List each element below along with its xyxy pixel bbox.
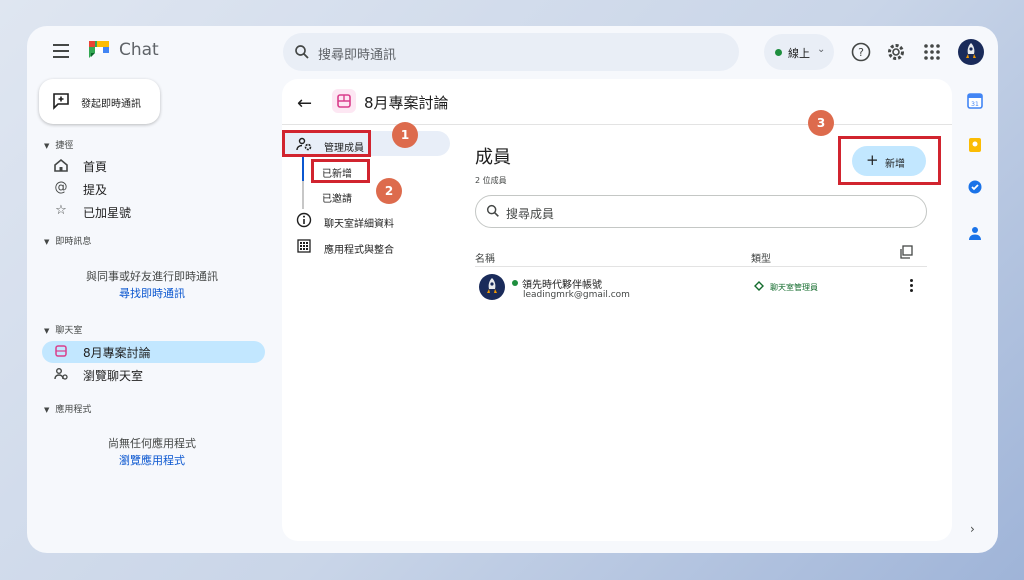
sidebar-item-label: 已加星號 <box>83 206 132 220</box>
room-title: 8月專案討論 <box>364 94 449 112</box>
top-bar: Chat 搜尋即時通訊 線上 ⌄ ? <box>27 26 998 78</box>
more-options-icon[interactable] <box>906 277 916 295</box>
column-header-name: 名稱 <box>475 254 495 265</box>
member-search-placeholder: 搜尋成員 <box>506 207 555 221</box>
status-label: 線上 <box>788 47 810 60</box>
sidebar-item-label: 提及 <box>83 183 108 197</box>
apps-section-toggle[interactable]: ▼ 應用程式 <box>44 402 91 415</box>
apps-integrations-icon <box>297 239 311 253</box>
room-panel: ← 8月專案討論 管理成員 已新增 已邀請 聊天室詳細資料 應用程式與整合 成員… <box>282 79 952 541</box>
messages-empty-text: 與同事或好友進行即時通訊 <box>86 270 218 283</box>
rooms-heading: 聊天室 <box>55 326 83 336</box>
google-chat-logo <box>89 41 109 58</box>
info-icon <box>296 212 312 228</box>
subnav-room-details[interactable]: 聊天室詳細資料 <box>324 215 394 230</box>
contacts-icon[interactable] <box>967 225 983 241</box>
member-avatar <box>479 274 505 300</box>
new-chat-icon <box>53 93 69 110</box>
rocket-icon <box>966 43 976 58</box>
messages-section-toggle[interactable]: ▼ 即時訊息 <box>44 234 91 247</box>
chevron-down-icon: ⌄ <box>817 44 826 55</box>
room-icon <box>55 345 67 357</box>
subnav-apps-integrations[interactable]: 應用程式與整合 <box>324 241 394 256</box>
diamond-icon <box>754 281 764 291</box>
browse-apps-link[interactable]: 瀏覽應用程式 <box>27 452 277 468</box>
column-header-type: 類型 <box>751 254 771 265</box>
svg-text:?: ? <box>858 46 864 59</box>
apps-heading: 應用程式 <box>55 405 92 415</box>
at-icon: @ <box>54 180 68 195</box>
highlight-manage-members <box>282 130 371 157</box>
copy-icon[interactable] <box>899 245 913 259</box>
help-icon[interactable]: ? <box>850 41 872 63</box>
messages-heading: 即時訊息 <box>55 237 92 247</box>
member-role: 聊天室管理員 <box>770 283 818 292</box>
home-icon <box>54 158 68 172</box>
caret-down-icon: ▼ <box>44 238 50 246</box>
sidebar-item-label: 8月專案討論 <box>83 346 151 360</box>
shortcuts-heading: 捷徑 <box>55 141 74 151</box>
member-email: leadingmrk@gmail.com <box>523 290 630 300</box>
calendar-icon[interactable]: 31 <box>967 93 983 109</box>
caret-down-icon: ▼ <box>44 406 50 414</box>
rocket-icon <box>487 278 497 293</box>
highlight-add-button <box>838 136 941 185</box>
members-count: 2 位成員 <box>475 176 507 185</box>
settings-gear-icon[interactable] <box>885 41 907 63</box>
search-placeholder: 搜尋即時通訊 <box>318 48 397 63</box>
new-chat-button[interactable]: 發起即時通訊 <box>39 79 160 124</box>
browse-rooms-icon <box>54 368 68 380</box>
active-room-highlight <box>42 341 265 363</box>
member-name: 領先時代夥伴帳號 <box>522 280 602 291</box>
members-title: 成員 <box>475 147 511 168</box>
back-arrow-icon[interactable]: ← <box>297 93 312 114</box>
svg-text:31: 31 <box>971 101 979 108</box>
member-search-input[interactable]: 搜尋成員 <box>475 195 927 228</box>
shortcuts-section-toggle[interactable]: ▼ 捷徑 <box>44 138 73 151</box>
status-selector[interactable]: 線上 ⌄ <box>764 34 834 70</box>
chat-window: Chat 搜尋即時通訊 線上 ⌄ ? 發起即時通訊 ▼ 捷徑 首頁 @ 提及 ☆… <box>27 26 998 553</box>
step-badge-1: 1 <box>392 122 418 148</box>
search-icon <box>295 45 309 59</box>
apps-empty-text: 尚無任何應用程式 <box>108 437 196 450</box>
apps-grid-icon[interactable] <box>921 41 943 63</box>
subnav-invited[interactable]: 已邀請 <box>322 190 352 205</box>
find-chat-link[interactable]: 尋找即時通訊 <box>27 285 277 301</box>
step-badge-2: 2 <box>376 178 402 204</box>
step-badge-3: 3 <box>808 110 834 136</box>
search-bar[interactable]: 搜尋即時通訊 <box>283 33 739 71</box>
new-chat-label: 發起即時通訊 <box>81 99 141 110</box>
sidebar-item-label: 瀏覽聊天室 <box>83 369 144 383</box>
tasks-icon[interactable] <box>967 179 983 195</box>
search-icon <box>486 204 499 217</box>
caret-down-icon: ▼ <box>44 142 50 150</box>
table-header-divider <box>475 266 927 267</box>
sidebar-item-label: 首頁 <box>83 160 108 174</box>
star-icon: ☆ <box>55 203 67 218</box>
online-indicator <box>512 280 518 286</box>
status-dot <box>775 49 782 56</box>
room-glyph-icon <box>337 94 351 108</box>
keep-notes-icon[interactable] <box>967 137 983 153</box>
rooms-section-toggle[interactable]: ▼ 聊天室 <box>44 323 82 336</box>
expand-panel-chevron-icon[interactable]: › <box>970 522 975 536</box>
subnav-active-indicator <box>302 157 304 181</box>
app-title: Chat <box>119 40 159 60</box>
account-avatar[interactable] <box>958 39 984 65</box>
header-divider <box>282 124 952 125</box>
room-icon <box>332 89 356 113</box>
highlight-added <box>311 159 370 183</box>
caret-down-icon: ▼ <box>44 327 50 335</box>
main-menu-button[interactable] <box>49 40 73 64</box>
